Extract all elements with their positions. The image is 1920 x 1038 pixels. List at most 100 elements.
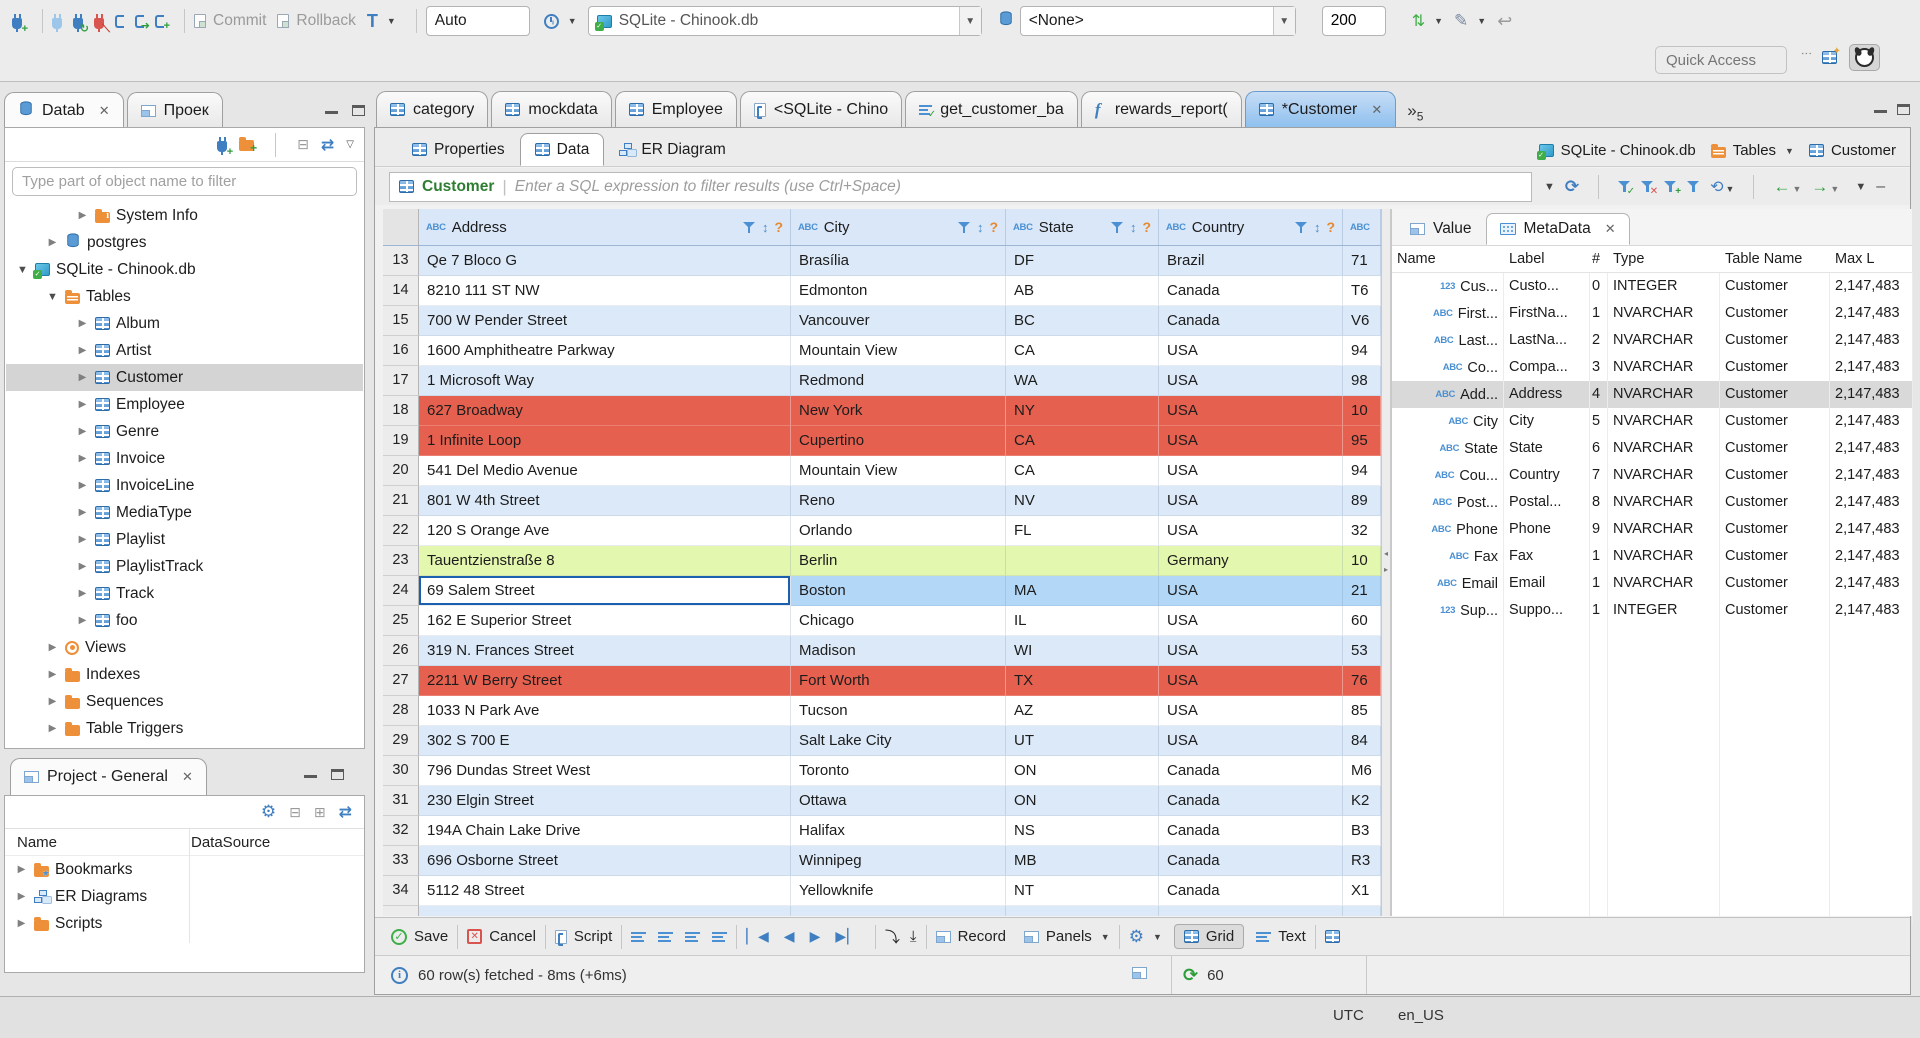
fetch-page-button[interactable]: ⤵ <box>885 926 900 947</box>
expand-arrow-icon[interactable]: ▶ <box>76 507 89 518</box>
meta-max-cell[interactable]: 2,147,483 <box>1830 354 1913 381</box>
maximize-icon[interactable] <box>352 105 365 117</box>
expand-arrow-icon[interactable]: ▶ <box>76 426 89 437</box>
metadata-row-address[interactable]: ABC Add... Address 4 NVARCHAR Customer 2,147,4… <box>1392 381 1913 408</box>
txn-mode-combo[interactable]: Auto <box>425 6 530 36</box>
expand-arrow-icon[interactable]: ▶ <box>15 891 28 902</box>
meta-num-cell[interactable]: 6 <box>1590 435 1608 462</box>
meta-name-cell[interactable]: ABC Last... <box>1392 327 1504 354</box>
grid-cell[interactable]: 796 Dundas Street West <box>419 756 791 786</box>
meta-label-cell[interactable]: Custo... <box>1504 273 1590 300</box>
minimize-icon[interactable] <box>1874 110 1887 114</box>
refresh-button[interactable]: ⟳ <box>1565 177 1579 197</box>
tab-metadata[interactable]: MetaData ✕ <box>1485 213 1630 245</box>
grid-cell[interactable]: R3 <box>1343 846 1381 876</box>
grid-cell[interactable]: Winnipeg <box>791 846 1006 876</box>
grid-cell[interactable]: Boston <box>791 576 1006 606</box>
grid-cell[interactable]: USA <box>1159 366 1343 396</box>
column-header[interactable]: Label <box>1504 246 1590 272</box>
row-number[interactable]: 20 <box>383 456 419 486</box>
nav-item-invoice[interactable]: ▶ Invoice <box>6 445 363 472</box>
project-item-bookmarks[interactable]: ▶ Bookmarks <box>5 856 364 883</box>
meta-type-cell[interactable]: NVARCHAR <box>1608 300 1720 327</box>
grid-cell[interactable]: 76 <box>1343 666 1381 696</box>
meta-max-cell[interactable]: 2,147,483 <box>1830 273 1913 300</box>
tab-value[interactable]: Value <box>1396 213 1486 245</box>
grid-cell[interactable]: CA <box>1006 456 1159 486</box>
project-item-scripts[interactable]: ▶ Scripts <box>5 910 364 937</box>
grid-cell[interactable]: USA <box>1159 516 1343 546</box>
row-number[interactable]: 24 <box>383 576 419 606</box>
row-number[interactable]: 22 <box>383 516 419 546</box>
filter-apply-icon[interactable]: ✓ <box>1618 180 1635 197</box>
grid-cell[interactable]: 1 Infinite Loop <box>419 426 791 456</box>
grid-cell[interactable]: MB <box>1006 846 1159 876</box>
meta-label-cell[interactable]: Country <box>1504 462 1590 489</box>
grid-cell[interactable]: 1600 Amphitheatre Parkway <box>419 336 791 366</box>
editor-tab-category[interactable]: category <box>376 91 489 127</box>
grid-cell[interactable]: USA <box>1159 696 1343 726</box>
grid-cell[interactable]: 541 Del Medio Avenue <box>419 456 791 486</box>
nav-item-playlisttrack[interactable]: ▶ PlaylistTrack <box>6 553 363 580</box>
dropdown-arrow-icon[interactable]: ▼ <box>1785 146 1794 156</box>
row-number[interactable]: 23 <box>383 546 419 576</box>
editor-tab-rewards-report[interactable]: f rewards_report( <box>1080 91 1242 127</box>
column-header-city[interactable]: ABC City ↕? <box>791 209 1006 245</box>
column-header-name[interactable]: Name <box>5 834 191 851</box>
meta-name-cell[interactable]: 123 Sup... <box>1392 597 1504 624</box>
meta-label-cell[interactable]: Postal... <box>1504 489 1590 516</box>
grid-cell[interactable]: Canada <box>1159 816 1343 846</box>
grid-cell[interactable]: 801 W 4th Street <box>419 486 791 516</box>
grid-cell[interactable]: Tucson <box>791 696 1006 726</box>
grid-cell[interactable]: 60 <box>1343 606 1381 636</box>
row-number[interactable]: 28 <box>383 696 419 726</box>
grid-cell[interactable]: USA <box>1159 636 1343 666</box>
refresh-results-button[interactable]: ⇅ ▼ <box>1412 11 1443 31</box>
grid-cell[interactable] <box>1006 546 1159 576</box>
connection-combo[interactable]: SQLite - Chinook.db ▼ <box>587 6 982 36</box>
meta-table-cell[interactable]: Customer <box>1720 462 1830 489</box>
meta-name-cell[interactable]: ABC Post... <box>1392 489 1504 516</box>
record-button[interactable]: Record <box>935 928 1006 945</box>
grid-cell[interactable]: Canada <box>1159 846 1343 876</box>
expand-arrow-icon[interactable]: ▶ <box>76 210 89 221</box>
meta-name-cell[interactable]: 123 Cus... <box>1392 273 1504 300</box>
minimize-icon[interactable] <box>324 111 338 115</box>
context-container[interactable]: Tables <box>1733 142 1776 159</box>
grid-cell[interactable]: USA <box>1159 576 1343 606</box>
grid-cell[interactable]: 89 <box>1343 486 1381 516</box>
collapse-all-button[interactable]: ⊟ <box>289 804 301 821</box>
metadata-row-suppo[interactable]: 123 Sup... Suppo... 1 INTEGER Customer 2,147,4… <box>1392 597 1913 624</box>
panel-menu-button[interactable]: ▼ <box>1855 181 1866 193</box>
meta-table-cell[interactable]: Customer <box>1720 408 1830 435</box>
grid-cell[interactable]: NT <box>1006 876 1159 906</box>
filter-icon[interactable] <box>1110 221 1124 234</box>
pin-panel-icon[interactable] <box>1132 964 1147 981</box>
nav-item-sqlite-chinook-db[interactable]: ▼ SQLite - Chinook.db <box>6 256 363 283</box>
close-icon[interactable]: ✕ <box>1371 102 1382 118</box>
grid-cell[interactable]: Berlin <box>791 546 1006 576</box>
txn-history-button[interactable]: ▼ <box>543 13 577 29</box>
dbeaver-perspective-button[interactable] <box>1849 44 1880 71</box>
view-menu-button[interactable]: ▽ <box>346 139 354 150</box>
grid-cell[interactable]: 10 <box>1343 546 1381 576</box>
grid-cell[interactable]: USA <box>1159 456 1343 486</box>
tab-data[interactable]: Data <box>519 133 605 166</box>
meta-max-cell[interactable]: 2,147,483 <box>1830 516 1913 543</box>
grid-cell[interactable]: Halifax <box>791 816 1006 846</box>
fetch-size-input[interactable] <box>1321 6 1386 36</box>
meta-label-cell[interactable]: LastNa... <box>1504 327 1590 354</box>
expand-arrow-icon[interactable]: ▶ <box>76 453 89 464</box>
column-header[interactable]: # <box>1590 246 1608 272</box>
grid-cell[interactable]: B3 <box>1343 816 1381 846</box>
grid-cell[interactable]: USA <box>1159 666 1343 696</box>
grid-cell[interactable]: Canada <box>1159 276 1343 306</box>
grid-cell[interactable]: 94 <box>1343 336 1381 366</box>
grid-cell[interactable]: UT <box>1006 726 1159 756</box>
filter-remove-icon[interactable]: ✕ <box>1641 180 1658 197</box>
meta-table-cell[interactable]: Customer <box>1720 597 1830 624</box>
meta-name-cell[interactable]: ABC City <box>1392 408 1504 435</box>
grid-cell[interactable]: FL <box>1006 516 1159 546</box>
grid-cell[interactable]: Qe 7 Bloco G <box>419 246 791 276</box>
row-number[interactable]: 18 <box>383 396 419 426</box>
